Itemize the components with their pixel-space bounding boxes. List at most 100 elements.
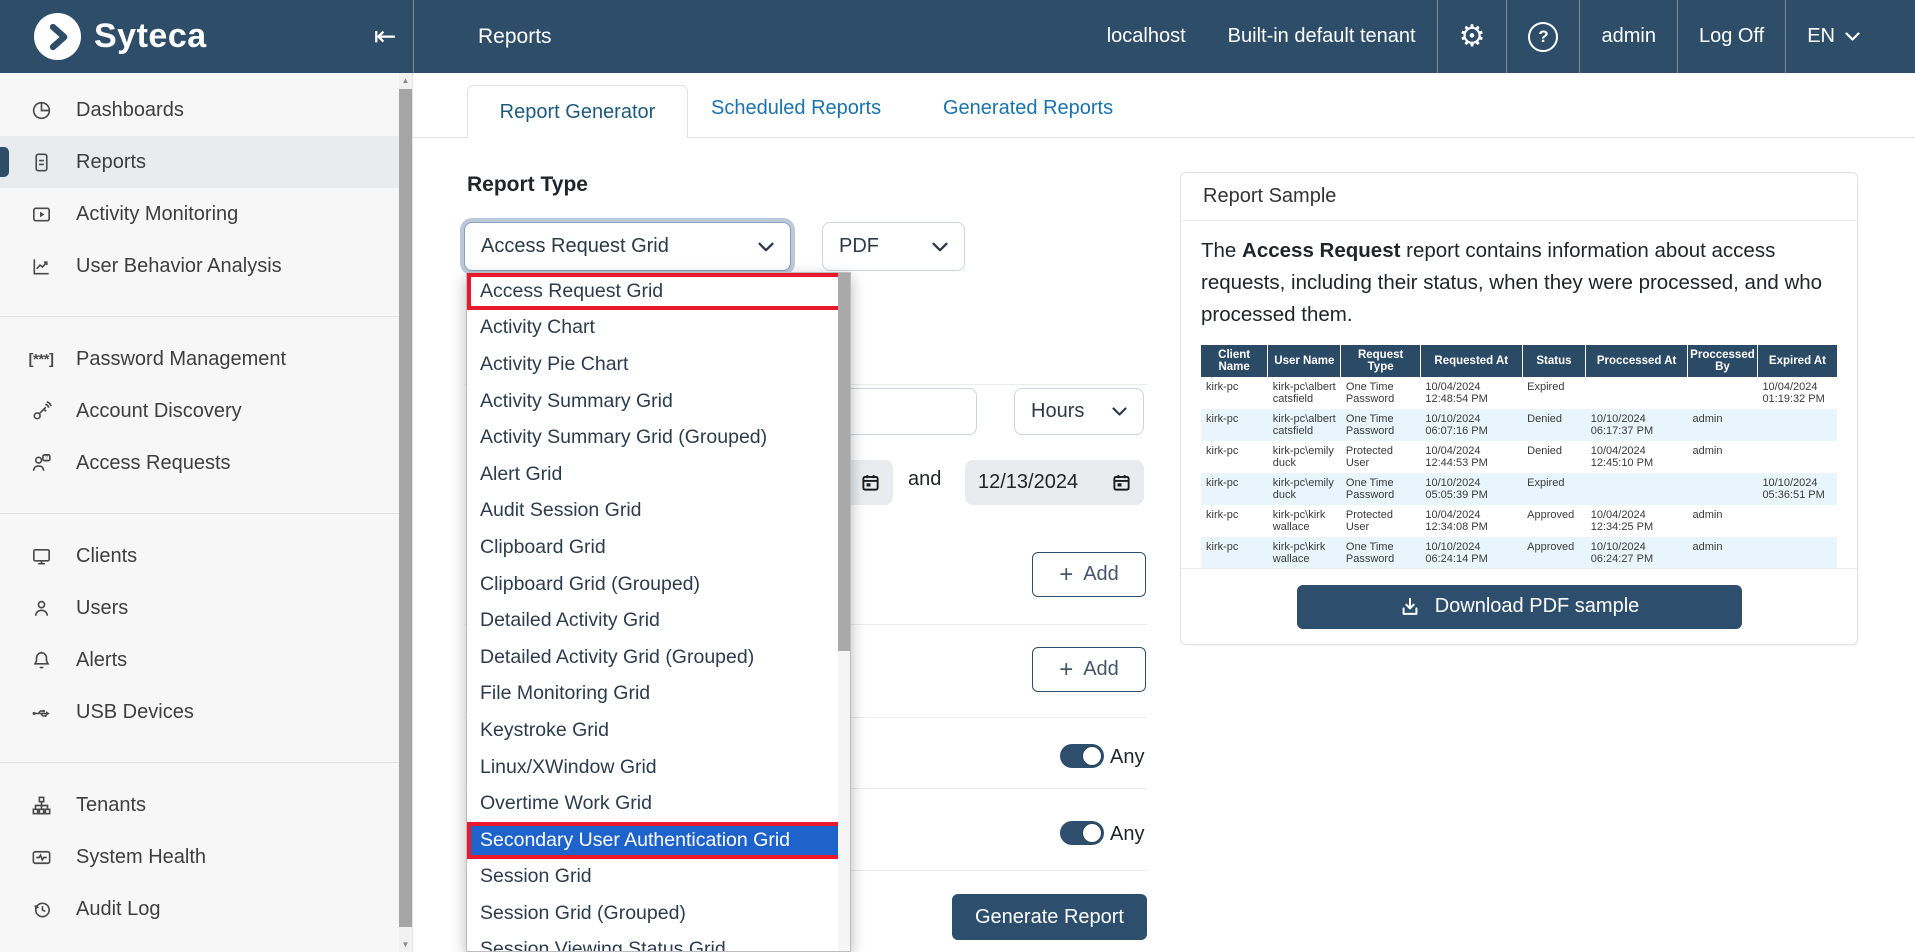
sidebar-item-usb-devices[interactable]: USB Devices	[0, 686, 412, 738]
sidebar-item-label: Clients	[76, 545, 137, 568]
dropdown-option-secondary-user-authentication-grid[interactable]: Secondary User Authentication Grid	[467, 822, 850, 859]
sample-table-cell: kirk-pc	[1201, 441, 1268, 473]
dropdown-option-file-monitoring-grid[interactable]: File Monitoring Grid	[467, 676, 850, 713]
report-type-select[interactable]: Access Request Grid	[464, 222, 791, 271]
dropdown-option-keystroke-grid[interactable]: Keystroke Grid	[467, 712, 850, 749]
sidebar-item-dashboards[interactable]: Dashboards	[0, 84, 412, 136]
plus-icon: +	[1059, 563, 1073, 587]
sidebar-item-access-requests[interactable]: ?Access Requests	[0, 437, 412, 489]
sidebar-item-user-behavior-analysis[interactable]: User Behavior Analysis	[0, 240, 412, 292]
dropdown-option-overtime-work-grid[interactable]: Overtime Work Grid	[467, 785, 850, 822]
any-toggle[interactable]	[1060, 821, 1104, 845]
sample-table-cell	[1757, 441, 1837, 473]
scrollbar-up-icon[interactable]: ▲	[399, 73, 412, 88]
sample-table-cell: kirk-pc\kirk wallace	[1268, 505, 1341, 537]
sidebar-item-reports[interactable]: Reports	[0, 136, 412, 188]
user-menu[interactable]: admin	[1580, 0, 1676, 73]
logoff-button[interactable]: Log Off	[1678, 0, 1785, 73]
sample-table-cell: 10/10/2024 05:36:51 PM	[1757, 473, 1837, 505]
sidebar-item-activity-monitoring[interactable]: Activity Monitoring	[0, 188, 412, 240]
add-clients-button[interactable]: + Add	[1032, 552, 1146, 597]
scrollbar-down-icon[interactable]: ▼	[399, 937, 412, 952]
sidebar-item-alerts[interactable]: Alerts	[0, 634, 412, 686]
dropdown-option-alert-grid[interactable]: Alert Grid	[467, 456, 850, 493]
tab-scheduled-reports[interactable]: Scheduled Reports	[711, 97, 881, 120]
dropdown-option-access-request-grid[interactable]: Access Request Grid	[467, 273, 850, 310]
report-format-select[interactable]: PDF	[822, 222, 965, 271]
dropdown-option-activity-summary-grid[interactable]: Activity Summary Grid	[467, 383, 850, 420]
chevron-down-icon	[932, 242, 948, 252]
download-pdf-sample-button[interactable]: Download PDF sample	[1297, 585, 1742, 629]
sidebar-scrollbar[interactable]: ▲ ▼	[399, 73, 412, 952]
sample-table-cell: 10/10/2024 05:05:39 PM	[1420, 473, 1522, 505]
dropdown-option-clipboard-grid[interactable]: Clipboard Grid	[467, 529, 850, 566]
add-users-button[interactable]: + Add	[1032, 647, 1146, 692]
dropdown-option-activity-pie-chart[interactable]: Activity Pie Chart	[467, 346, 850, 383]
calendar-icon	[1112, 473, 1131, 492]
dropdown-option-activity-summary-grid-grouped[interactable]: Activity Summary Grid (Grouped)	[467, 419, 850, 456]
report-type-value: Access Request Grid	[481, 235, 669, 258]
report-sample-title: Report Sample	[1181, 173, 1857, 221]
system-health-icon	[28, 845, 54, 869]
dropdown-option-session-grid[interactable]: Session Grid	[467, 859, 850, 896]
sidebar-item-clients[interactable]: Clients	[0, 530, 412, 582]
scrollbar-thumb[interactable]	[838, 273, 850, 651]
sidebar-item-label: Access Requests	[76, 452, 231, 475]
dropdown-scrollbar[interactable]	[838, 273, 850, 952]
sample-table-cell: Expired	[1522, 377, 1586, 409]
sidebar-item-tenants[interactable]: Tenants	[0, 779, 412, 831]
report-type-dropdown-list: Access Request GridActivity ChartActivit…	[466, 272, 851, 952]
sample-table-header-cell: Requested At	[1420, 345, 1522, 377]
end-date-value: 12/13/2024	[978, 471, 1078, 494]
collapse-sidebar-icon[interactable]: ⇤	[362, 0, 408, 73]
report-format-value: PDF	[839, 235, 879, 258]
date-range-conjunction: and	[908, 468, 941, 491]
dropdown-option-audit-session-grid[interactable]: Audit Session Grid	[467, 493, 850, 530]
sidebar-divider	[0, 762, 412, 763]
dropdown-option-session-viewing-status-grid[interactable]: Session Viewing Status Grid	[467, 932, 850, 952]
sample-table-cell: One Time Password	[1341, 377, 1421, 409]
dropdown-option-linux-xwindow-grid[interactable]: Linux/XWindow Grid	[467, 749, 850, 786]
language-selector[interactable]: EN	[1786, 0, 1881, 73]
sidebar-item-account-discovery[interactable]: Account Discovery	[0, 385, 412, 437]
password-icon: [***]	[28, 347, 54, 371]
help-button[interactable]: ?	[1507, 0, 1579, 73]
time-unit-select[interactable]: Hours	[1014, 388, 1144, 435]
calendar-icon	[861, 473, 880, 492]
sidebar-item-label: Users	[76, 597, 128, 620]
end-date-field[interactable]: 12/13/2024	[965, 460, 1144, 505]
pie-chart-icon	[28, 98, 54, 122]
dropdown-option-detailed-activity-grid[interactable]: Detailed Activity Grid	[467, 602, 850, 639]
dropdown-option-activity-chart[interactable]: Activity Chart	[467, 310, 850, 347]
usb-icon	[28, 700, 54, 724]
sidebar-item-label: Audit Log	[76, 898, 161, 921]
tab-report-generator[interactable]: Report Generator	[467, 85, 688, 138]
sample-table-header-cell: User Name	[1268, 345, 1341, 377]
sample-table-cell: One Time Password	[1341, 473, 1421, 505]
brand-wordmark: Syteca	[94, 0, 207, 73]
tenants-icon	[28, 793, 54, 817]
dropdown-option-detailed-activity-grid-grouped[interactable]: Detailed Activity Grid (Grouped)	[467, 639, 850, 676]
scrollbar-thumb[interactable]	[399, 89, 412, 927]
topbar: Syteca ⇤ Reports localhost Built-in defa…	[0, 0, 1915, 73]
sidebar-item-users[interactable]: Users	[0, 582, 412, 634]
generate-report-button[interactable]: Generate Report	[952, 894, 1147, 940]
sidebar-nav: DashboardsReportsActivity MonitoringUser…	[0, 73, 412, 935]
sample-table-cell: admin	[1687, 537, 1757, 569]
sample-table-row: kirk-pckirk-pc\emily duckOne Time Passwo…	[1201, 473, 1837, 505]
sidebar-item-label: System Health	[76, 846, 206, 869]
sidebar-item-system-health[interactable]: System Health	[0, 831, 412, 883]
sample-table-cell	[1757, 537, 1837, 569]
sidebar-item-audit-log[interactable]: Audit Log	[0, 883, 412, 935]
sample-table-header-cell: Expired At	[1757, 345, 1837, 377]
any-toggle[interactable]	[1060, 744, 1104, 768]
tab-generated-reports[interactable]: Generated Reports	[943, 97, 1113, 120]
settings-button[interactable]: ⚙	[1438, 0, 1507, 73]
sidebar-divider	[0, 316, 412, 317]
dropdown-option-session-grid-grouped[interactable]: Session Grid (Grouped)	[467, 895, 850, 932]
sample-table-cell: admin	[1687, 505, 1757, 537]
sample-table-cell: Expired	[1522, 473, 1586, 505]
sidebar-item-password-management[interactable]: [***]Password Management	[0, 333, 412, 385]
sample-table-cell: Denied	[1522, 409, 1586, 441]
dropdown-option-clipboard-grid-grouped[interactable]: Clipboard Grid (Grouped)	[467, 566, 850, 603]
